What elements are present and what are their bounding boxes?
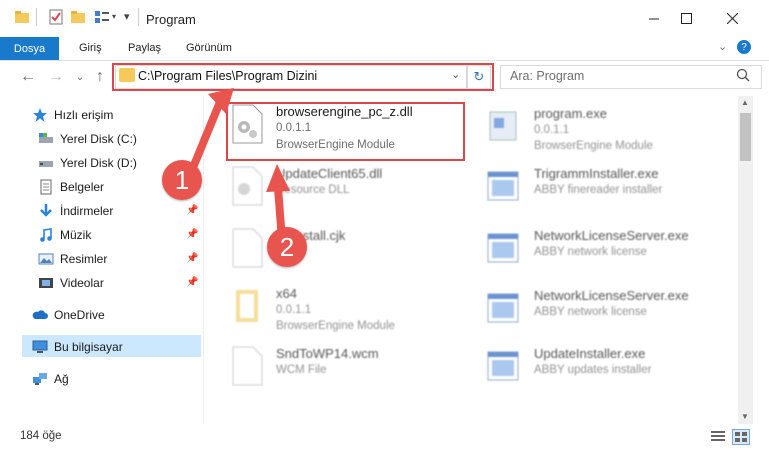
folder-icon bbox=[14, 9, 30, 25]
file-name: NetworkLicenseServer.exe bbox=[534, 228, 689, 243]
sidebar-item-onedrive[interactable]: OneDrive bbox=[18, 304, 105, 326]
file-item[interactable]: NetworkLicenseServer.exe ABBY network li… bbox=[486, 226, 716, 274]
file-type: WCM File bbox=[276, 364, 327, 376]
sidebar-item-videos[interactable]: Videolar bbox=[18, 272, 104, 294]
tab-home[interactable]: Giriş bbox=[79, 42, 102, 54]
file-type: ABBY network license bbox=[534, 306, 647, 318]
sidebar-item-music[interactable]: Müzik bbox=[18, 224, 91, 246]
refresh-button[interactable]: ↻ bbox=[467, 65, 491, 89]
sidebar-item-label: Müzik bbox=[60, 228, 92, 242]
file-version: 0.0.1.1 bbox=[534, 124, 570, 136]
divider bbox=[138, 8, 139, 26]
step-2-badge: 2 bbox=[267, 227, 307, 267]
large-icons-view-icon[interactable] bbox=[732, 429, 750, 445]
network-icon bbox=[32, 371, 48, 387]
ribbon-bar bbox=[0, 37, 769, 61]
sidebar-item-label: Ağ bbox=[54, 372, 69, 386]
search-placeholder[interactable]: Ara: Program bbox=[510, 69, 584, 83]
scroll-down-icon[interactable]: ▼ bbox=[741, 412, 749, 421]
expand-ribbon-icon[interactable]: ⌄ bbox=[718, 40, 727, 53]
cloud-icon bbox=[32, 307, 48, 323]
maximize-button[interactable] bbox=[663, 0, 709, 37]
sidebar-item-downloads[interactable]: İndirmeler bbox=[18, 200, 113, 222]
step-1-badge: 1 bbox=[162, 160, 202, 200]
exe-window-icon bbox=[486, 166, 520, 206]
sidebar-item-label: OneDrive bbox=[54, 308, 105, 322]
file-name: SndToWP14.wcm bbox=[276, 346, 379, 361]
file-item[interactable]: NetworkLicenseServer.exe ABBY network li… bbox=[486, 286, 716, 334]
sidebar-item-pictures[interactable]: Resimler bbox=[18, 248, 107, 270]
new-folder-icon[interactable] bbox=[70, 9, 86, 25]
sidebar-item-network[interactable]: Ağ bbox=[18, 368, 69, 390]
forward-button[interactable]: → bbox=[46, 67, 66, 87]
up-button[interactable]: ↑ bbox=[90, 67, 110, 87]
sidebar-item-documents[interactable]: Belgeler bbox=[18, 176, 104, 198]
sidebar-item-label: Hızlı erişim bbox=[54, 108, 114, 122]
tab-file[interactable]: Dosya bbox=[0, 37, 59, 60]
window-title: Program bbox=[146, 12, 196, 27]
sidebar-item-disk-d[interactable]: Yerel Disk (D:) bbox=[18, 152, 137, 174]
file-item[interactable]: TrigrammInstaller.exe ABBY finereader in… bbox=[486, 164, 716, 212]
exe-window-icon bbox=[486, 346, 520, 386]
exe-window-icon bbox=[486, 288, 520, 328]
sidebar-item-label: Yerel Disk (C:) bbox=[60, 132, 137, 146]
properties-icon[interactable] bbox=[48, 9, 64, 25]
chevron-down-icon[interactable]: ▾ bbox=[112, 12, 116, 21]
file-item[interactable]: SndToWP14.wcm WCM File bbox=[230, 344, 460, 392]
exe-window-icon bbox=[486, 228, 520, 268]
file-name: UpdateInstaller.exe bbox=[534, 346, 646, 361]
file-item[interactable]: program.exe 0.0.1.1 BrowserEngine Module bbox=[486, 104, 716, 152]
item-count: 184 öğe bbox=[20, 430, 62, 442]
drive-icon bbox=[38, 131, 54, 147]
file-name: program.exe bbox=[534, 106, 607, 121]
computer-icon bbox=[32, 339, 48, 355]
search-icon[interactable] bbox=[735, 68, 751, 84]
file-type: ABBY finereader installer bbox=[534, 184, 663, 196]
close-button[interactable] bbox=[709, 0, 755, 37]
music-icon bbox=[38, 227, 54, 243]
file-name: NetworkLicenseServer.exe bbox=[534, 288, 689, 303]
sidebar-item-label: Videolar bbox=[60, 276, 104, 290]
file-type: ABBY network license bbox=[534, 246, 647, 258]
recent-locations-icon[interactable]: ⌄ bbox=[70, 67, 90, 87]
star-icon bbox=[32, 107, 48, 123]
download-icon bbox=[38, 203, 54, 219]
details-view-icon[interactable] bbox=[711, 430, 725, 442]
sidebar-item-label: Belgeler bbox=[60, 180, 105, 194]
video-icon bbox=[38, 275, 54, 291]
sidebar-item-quick-access[interactable]: Hızlı erişim bbox=[18, 104, 113, 126]
scroll-up-icon[interactable]: ▲ bbox=[741, 98, 749, 107]
sidebar-item-label: Resimler bbox=[60, 252, 108, 266]
file-description: BrowserEngine Module bbox=[534, 140, 653, 152]
file-name: TrigrammInstaller.exe bbox=[534, 166, 659, 181]
scrollbar-thumb[interactable] bbox=[740, 113, 751, 161]
document-icon bbox=[38, 179, 54, 195]
exe-icon bbox=[486, 106, 520, 146]
file-icon bbox=[230, 346, 264, 386]
view-icon[interactable] bbox=[94, 9, 110, 25]
sidebar-item-label: Bu bilgisayar bbox=[54, 340, 123, 354]
file-description: BrowserEngine Module bbox=[276, 320, 395, 332]
file-type: ABBY updates installer bbox=[534, 364, 652, 376]
sidebar-item-this-pc[interactable]: Bu bilgisayar bbox=[18, 336, 123, 358]
pictures-icon bbox=[38, 251, 54, 267]
sidebar-item-disk-c[interactable]: Yerel Disk (C:) bbox=[18, 128, 137, 150]
sidebar-item-label: İndirmeler bbox=[60, 204, 114, 218]
help-icon[interactable]: ? bbox=[737, 40, 751, 54]
file-item[interactable]: UpdateInstaller.exe ABBY updates install… bbox=[486, 344, 716, 392]
tab-view[interactable]: Görünüm bbox=[186, 42, 232, 54]
drive-icon bbox=[38, 155, 54, 171]
customize-qat-icon[interactable]: ▾ bbox=[124, 10, 130, 23]
sidebar-item-label: Yerel Disk (D:) bbox=[60, 156, 137, 170]
file-item[interactable]: x64 0.0.1.1 BrowserEngine Module bbox=[230, 284, 460, 332]
back-button[interactable]: ← bbox=[18, 67, 38, 87]
divider bbox=[36, 8, 37, 26]
folder-icon bbox=[230, 286, 264, 326]
tab-share[interactable]: Paylaş bbox=[128, 42, 161, 54]
file-version: 0.0.1.1 bbox=[276, 304, 312, 316]
